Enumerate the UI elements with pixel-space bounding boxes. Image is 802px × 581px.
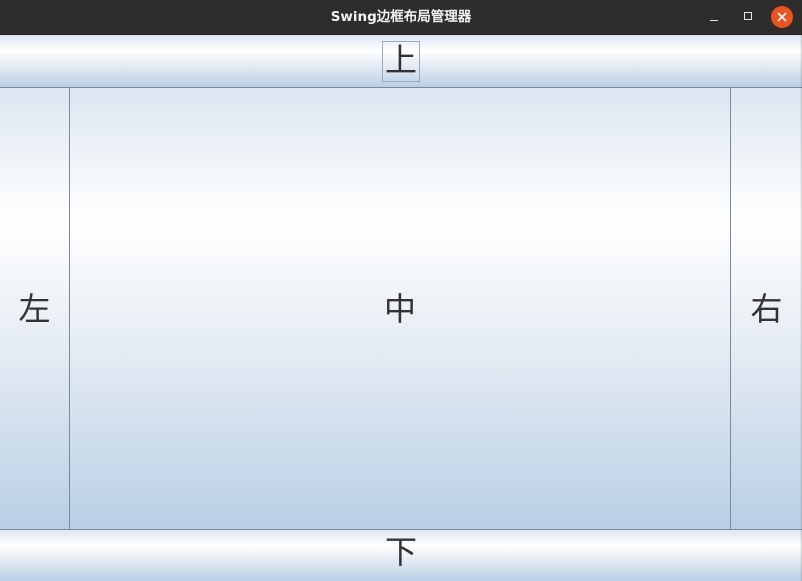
close-icon[interactable] [771,6,793,28]
title-bar[interactable]: Swing边框布局管理器 [0,0,802,35]
application-window: Swing边框布局管理器 上 左 中 右 下 [0,0,802,581]
close-glyph [777,12,787,22]
east-button[interactable]: 右 [730,87,802,530]
border-layout-content-pane: 上 左 中 右 下 [0,35,802,581]
east-button-label: 右 [750,289,783,328]
center-button-label: 中 [383,289,416,328]
south-button[interactable]: 下 [0,529,802,581]
west-button-label: 左 [18,289,51,328]
north-button-label: 上 [381,40,420,82]
maximize-icon[interactable] [737,6,759,28]
minimize-icon[interactable] [703,6,725,28]
north-button[interactable]: 上 [0,35,802,88]
west-button[interactable]: 左 [0,87,70,530]
center-button[interactable]: 中 [69,87,731,530]
south-button-label: 下 [384,533,417,571]
window-title: Swing边框布局管理器 [330,9,472,25]
